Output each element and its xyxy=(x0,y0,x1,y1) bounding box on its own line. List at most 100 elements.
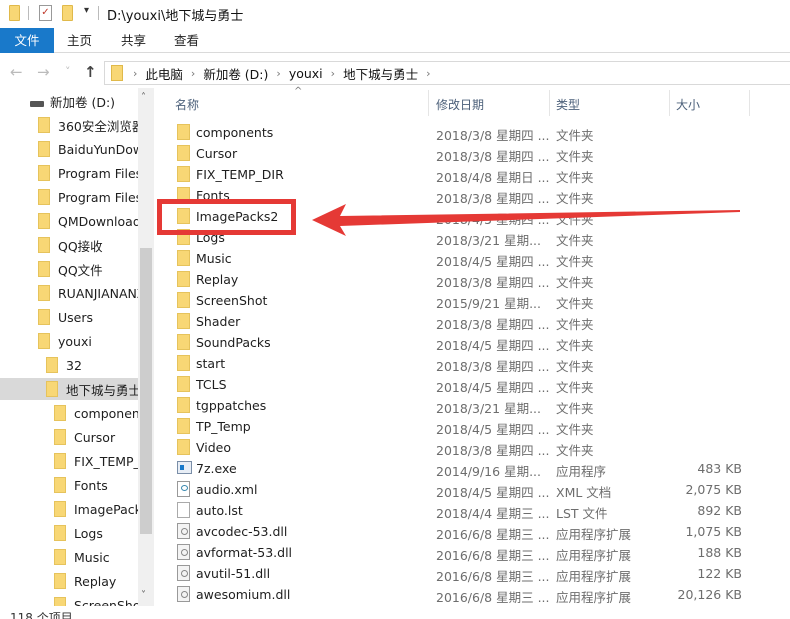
tab-share[interactable]: 共享 xyxy=(121,28,146,53)
nav-item[interactable]: QQ文件 xyxy=(0,258,138,280)
dropdown-arrow-icon[interactable]: ▾ xyxy=(84,5,89,16)
nav-item-label: Music xyxy=(74,549,110,565)
file-type: 应用程序扩展 xyxy=(556,548,632,563)
up-arrow-icon[interactable]: ↑ xyxy=(84,63,97,81)
nav-item[interactable]: Music xyxy=(0,546,138,568)
column-divider[interactable] xyxy=(749,90,750,116)
file-size: 1,075 KB xyxy=(685,524,742,539)
tab-home[interactable]: 主页 xyxy=(67,28,92,53)
nav-item[interactable]: Replay xyxy=(0,570,138,592)
breadcrumb-this-pc[interactable]: 此电脑 xyxy=(145,64,183,83)
file-row[interactable]: auto.lst 2018/4/4 星期三 ... LST 文件 892 KB xyxy=(160,500,760,521)
nav-item[interactable]: Program Files xyxy=(0,162,138,184)
nav-item[interactable]: BaiduYunDownload xyxy=(0,138,138,160)
file-row[interactable]: tgppatches 2018/3/21 星期... 文件夹 xyxy=(160,395,760,416)
file-row[interactable]: 7z.exe 2014/9/16 星期... 应用程序 483 KB xyxy=(160,458,760,479)
recent-locations-icon[interactable]: ˅ xyxy=(65,65,71,78)
nav-item[interactable]: QMDownload xyxy=(0,210,138,232)
divider xyxy=(28,6,29,20)
nav-item-label: ScreenShot xyxy=(74,597,138,607)
column-type[interactable]: 类型 xyxy=(556,96,580,113)
file-name: 7z.exe xyxy=(196,461,237,476)
breadcrumb-current[interactable]: 地下城与勇士 xyxy=(343,64,418,83)
file-row[interactable]: Video 2018/3/8 星期四 ... 文件夹 xyxy=(160,437,760,458)
chevron-right-icon: › xyxy=(133,66,138,80)
nav-item[interactable]: 地下城与勇士 xyxy=(0,378,138,400)
nav-item[interactable]: youxi xyxy=(0,330,138,352)
nav-item[interactable]: ImagePacks2 xyxy=(0,498,138,520)
folder-icon xyxy=(38,141,50,157)
column-divider[interactable] xyxy=(428,90,429,116)
file-row[interactable]: Shader 2018/3/8 星期四 ... 文件夹 xyxy=(160,311,760,332)
file-name: avutil-51.dll xyxy=(196,566,271,581)
file-type: 应用程序扩展 xyxy=(556,569,632,584)
nav-item[interactable]: components xyxy=(0,402,138,424)
file-size: 2,075 KB xyxy=(685,482,742,497)
nav-item[interactable]: Users xyxy=(0,306,138,328)
tab-view[interactable]: 查看 xyxy=(174,28,199,53)
file-type: 文件夹 xyxy=(556,296,594,311)
file-row[interactable]: avcodec-53.dll 2016/6/8 星期三 ... 应用程序扩展 1,07… xyxy=(160,521,760,542)
file-row[interactable]: awesomium.dll 2016/6/8 星期三 ... 应用程序扩展 20,12… xyxy=(160,584,760,605)
file-row[interactable]: ScreenShot 2015/9/21 星期... 文件夹 xyxy=(160,290,760,311)
chevron-right-icon[interactable]: › xyxy=(331,67,335,80)
file-row[interactable]: start 2018/3/8 星期四 ... 文件夹 xyxy=(160,353,760,374)
xml-document-icon xyxy=(177,481,190,497)
chevron-right-icon[interactable]: › xyxy=(426,67,430,80)
nav-item[interactable]: 360安全浏览器 xyxy=(0,114,138,136)
nav-item[interactable]: RUANJIANANZHUANG xyxy=(0,282,138,304)
file-row[interactable]: components 2018/3/8 星期四 ... 文件夹 xyxy=(160,122,760,143)
nav-item[interactable]: 32 xyxy=(0,354,138,376)
column-name[interactable]: 名称 xyxy=(175,96,199,113)
nav-item-label: Cursor xyxy=(74,429,116,445)
file-row[interactable]: avformat-53.dll 2016/6/8 星期三 ... 应用程序扩展 188… xyxy=(160,542,760,563)
file-size: 483 KB xyxy=(697,461,742,476)
column-size[interactable]: 大小 xyxy=(676,96,700,113)
folder-icon xyxy=(177,334,190,350)
file-row[interactable]: FIX_TEMP_DIR 2018/4/8 星期日 ... 文件夹 xyxy=(160,164,760,185)
file-row[interactable]: avutil-51.dll 2016/6/8 星期三 ... 应用程序扩展 122 K… xyxy=(160,563,760,584)
properties-check-icon[interactable]: ✓ xyxy=(39,5,52,21)
file-row[interactable]: TP_Temp 2018/4/5 星期四 ... 文件夹 xyxy=(160,416,760,437)
nav-scrollbar[interactable]: ˄ ˅ xyxy=(138,88,154,606)
chevron-right-icon[interactable]: › xyxy=(191,67,195,80)
file-row[interactable]: audio.xml 2018/4/5 星期四 ... XML 文档 2,075 KB xyxy=(160,479,760,500)
arrow-head xyxy=(312,204,740,236)
file-name: avcodec-53.dll xyxy=(196,524,288,539)
new-folder-icon[interactable] xyxy=(62,5,73,21)
scrollbar-thumb[interactable] xyxy=(140,248,152,534)
column-date[interactable]: 修改日期 xyxy=(436,96,484,113)
column-divider[interactable] xyxy=(669,90,670,116)
breadcrumb-drive-d[interactable]: 新加卷 (D:) xyxy=(203,64,268,83)
column-divider[interactable] xyxy=(549,90,550,116)
nav-item[interactable]: Program Files (x86) xyxy=(0,186,138,208)
file-row[interactable]: TCLS 2018/4/5 星期四 ... 文件夹 xyxy=(160,374,760,395)
nav-item[interactable]: ScreenShot xyxy=(0,594,138,606)
breadcrumb-youxi[interactable]: youxi xyxy=(289,66,323,81)
file-name: audio.xml xyxy=(196,482,258,497)
nav-item-label: FIX_TEMP_DIR xyxy=(74,453,138,469)
file-name: Video xyxy=(196,440,232,455)
nav-item[interactable]: Cursor xyxy=(0,426,138,448)
file-type: 文件夹 xyxy=(556,149,594,164)
file-row[interactable]: Replay 2018/3/8 星期四 ... 文件夹 xyxy=(160,269,760,290)
file-type: 应用程序 xyxy=(556,464,607,479)
nav-item[interactable]: 新加卷 (D:) xyxy=(0,90,138,112)
tab-file[interactable]: 文件 xyxy=(0,28,54,53)
chevron-right-icon[interactable]: › xyxy=(276,67,280,80)
forward-arrow-icon[interactable]: → xyxy=(37,63,50,81)
scroll-down-icon[interactable]: ˅ xyxy=(141,590,146,601)
scroll-up-icon[interactable]: ˄ xyxy=(141,92,146,103)
nav-item[interactable]: FIX_TEMP_DIR xyxy=(0,450,138,472)
dll-file-icon xyxy=(177,523,190,539)
nav-item[interactable]: Logs xyxy=(0,522,138,544)
nav-item[interactable]: Fonts xyxy=(0,474,138,496)
address-bar[interactable]: › 此电脑 › 新加卷 (D:) › youxi › 地下城与勇士 › xyxy=(104,61,790,85)
nav-item[interactable]: QQ接收 xyxy=(0,234,138,256)
file-name: SoundPacks xyxy=(196,335,271,350)
file-row[interactable]: Cursor 2018/3/8 星期四 ... 文件夹 xyxy=(160,143,760,164)
file-row[interactable]: SoundPacks 2018/4/5 星期四 ... 文件夹 xyxy=(160,332,760,353)
folder-icon[interactable] xyxy=(9,5,20,21)
back-arrow-icon[interactable]: ← xyxy=(10,63,23,81)
file-row[interactable]: Music 2018/4/5 星期四 ... 文件夹 xyxy=(160,248,760,269)
